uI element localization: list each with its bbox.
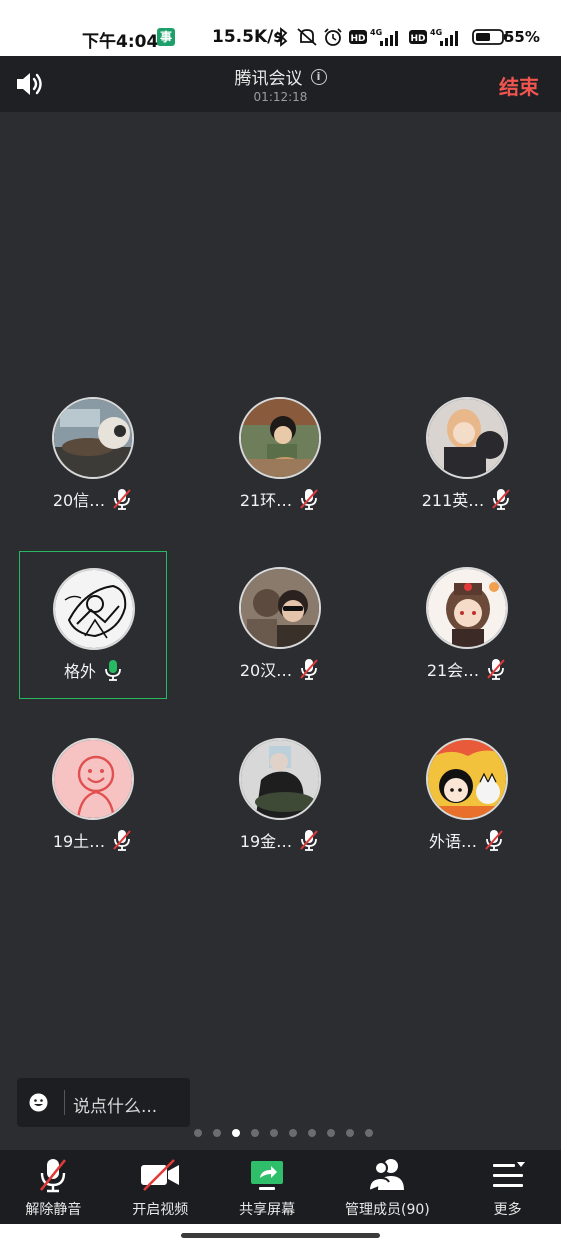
network-speed: 15.5K/s [212,27,284,47]
participant-name: 19金… [239,832,293,851]
page-dot[interactable] [193,1129,202,1137]
share-screen-button[interactable]: 共享屏幕 [214,1150,321,1224]
avatar [52,738,134,820]
more-menu-icon [492,1162,525,1187]
participant-tile-active[interactable]: 格外 [19,551,167,699]
page-dot[interactable] [269,1129,278,1137]
participant-tile[interactable]: 20汉… [206,551,354,699]
avatar [426,397,508,479]
avatar [52,397,134,479]
participant-tile[interactable]: 21环… [206,381,354,529]
meeting-duration: 01:12:18 [253,90,308,104]
share-screen-icon [251,1161,284,1190]
participant-name: 211英… [421,491,485,510]
mic-muted-icon [40,1159,67,1193]
video-label: 开启视频 [132,1202,189,1218]
app-badge-icon: 事 [157,28,175,46]
mic-muted-icon [300,659,318,680]
divider [64,1090,65,1115]
participant-tile[interactable]: 外语… [393,722,541,870]
meeting-title: 腾讯会议 [234,69,303,89]
meeting-header: 腾讯会议 i 01:12:18 结束 [0,56,561,112]
svg-text:4G: 4G [430,28,442,37]
battery-percent: 55% [504,28,540,46]
manage-members-button[interactable]: 管理成员(90) [321,1150,455,1224]
page-dot[interactable] [212,1129,221,1137]
status-icons: HD 4G HD 4G [274,26,508,48]
chat-placeholder: 说点什么... [73,1097,158,1117]
signal-4g-icon: 4G [430,28,458,46]
page-indicator[interactable] [0,1129,561,1139]
members-label: 管理成员(90) [344,1202,430,1218]
status-time: 下午4:04 [82,32,159,52]
bottom-toolbar: 解除静音 开启视频 共享屏幕 管理成员(90) 更多 [0,1150,561,1224]
battery-icon [472,29,507,45]
start-video-button[interactable]: 开启视频 [107,1150,214,1224]
members-icon [368,1159,405,1191]
participant-tile[interactable]: 211英… [393,381,541,529]
page-dot[interactable] [307,1129,316,1137]
page-dot[interactable] [250,1129,259,1137]
mic-muted-icon [113,830,131,851]
hd-icon: HD [409,30,427,44]
info-icon[interactable]: i [310,68,327,85]
page-dot-active[interactable] [231,1129,240,1137]
alarm-icon [324,28,342,46]
page-dot[interactable] [345,1129,354,1137]
avatar [426,738,508,820]
mic-muted-icon [300,830,318,851]
avatar [239,397,321,479]
status-bar: 下午4:04 事 15.5K/s HD 4G HD 4G 55% [0,0,561,56]
hd-icon: HD [349,30,367,44]
mic-muted-icon [300,489,318,510]
page-dot[interactable] [326,1129,335,1137]
page-dot[interactable] [288,1129,297,1137]
participant-name: 20汉… [239,661,293,680]
avatar [53,568,135,650]
participant-tile[interactable]: 21会… [393,551,541,699]
participant-name: 格外 [63,662,96,681]
participant-tile[interactable]: 20信… [19,381,167,529]
more-label: 更多 [493,1202,522,1218]
mic-muted-icon [492,489,511,510]
svg-text:4G: 4G [370,28,382,37]
video-off-icon [141,1159,180,1191]
mic-muted-icon [113,489,131,510]
participant-name: 20信… [52,491,106,510]
avatar [426,567,508,649]
mic-active-icon [105,660,121,681]
mute-icon [297,28,317,46]
bluetooth-icon [276,27,288,47]
avatar [239,738,321,820]
home-indicator [0,1224,561,1246]
participant-name: 21会… [426,661,480,680]
participant-tile[interactable]: 19土… [19,722,167,870]
avatar [239,567,321,649]
unmute-button[interactable]: 解除静音 [0,1150,107,1224]
emoji-icon[interactable] [29,1093,48,1112]
share-label: 共享屏幕 [239,1202,296,1218]
participant-name: 21环… [239,491,293,510]
participant-name: 外语… [428,832,477,851]
participant-tile[interactable]: 19金… [206,722,354,870]
mic-muted-icon [485,830,503,851]
end-meeting-button[interactable]: 结束 [499,71,539,100]
svg-text:HD: HD [410,34,425,44]
page-dot[interactable] [364,1129,373,1137]
more-button[interactable]: 更多 [454,1150,561,1224]
unmute-label: 解除静音 [25,1202,82,1218]
chat-input[interactable]: 说点什么... [17,1078,190,1127]
signal-4g-icon: 4G [370,28,398,46]
participant-name: 19土… [52,832,106,851]
mic-muted-icon [487,659,505,680]
meeting-title-row[interactable]: 腾讯会议 i [0,64,561,89]
home-pill[interactable] [181,1233,380,1238]
svg-text:HD: HD [350,34,365,44]
